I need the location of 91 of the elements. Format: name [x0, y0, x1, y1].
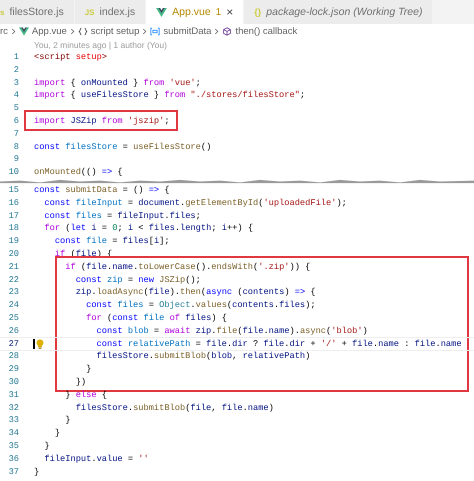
code-line: import JSZip from 'jszip'; [34, 114, 170, 128]
chevron-icon [214, 28, 220, 35]
code-line: import { useFilesStore } from "./stores/filesStore"; [34, 89, 306, 102]
json-file-icon: {} [254, 7, 262, 17]
line-number: 30 [8, 376, 19, 389]
editor-tab[interactable]: s filesStore.js [0, 0, 75, 24]
line-number: 22 [8, 274, 19, 286]
line-number: 33 [8, 414, 19, 428]
line-number: 9 [12, 153, 19, 166]
code-line: const zip = new JSZip(); [76, 274, 201, 286]
vue-icon [156, 8, 168, 16]
line-number: 20 [8, 248, 19, 261]
code-line: if (file.name.toLowerCase().endsWith('.zip')) { [65, 260, 310, 274]
editor-tab[interactable]: {} package-lock.json (Working Tree) [244, 0, 434, 24]
code-line: const files = fileInput.files; [44, 210, 201, 222]
line-number: 10 [8, 166, 19, 179]
code-line: import { onMounted } from 'vue'; [34, 76, 201, 90]
breadcrumb-item[interactable]: script setup [90, 26, 140, 37]
code-line: } [65, 414, 70, 428]
code-line: for (let i = 0; i < files.length; i++) { [44, 222, 254, 236]
line-number: 31 [8, 388, 19, 402]
line-number: 23 [8, 286, 19, 300]
code-line: onMounted(() => { [34, 166, 123, 179]
lightbulb-icon[interactable] [36, 339, 44, 350]
breadcrumb-item[interactable]: App.vue [32, 26, 67, 37]
code-line: } else { [65, 388, 107, 402]
line-number: 32 [8, 402, 19, 414]
blame-annotation: You, 2 minutes ago | 1 author (You) [33, 39, 168, 51]
code-line: } [86, 363, 92, 376]
code-line: const filesStore = useFilesStore() [34, 140, 212, 154]
code-line: zip.loadAsync(file).then(async (contents) => { [76, 286, 316, 300]
js-file-icon: JS [84, 8, 95, 16]
breadcrumb-item[interactable]: rc [0, 26, 8, 37]
code-line: const submitData = () => { [34, 184, 170, 197]
code-line: const file = files[i]; [54, 235, 170, 248]
breadcrumb-item[interactable]: submitData [163, 26, 212, 37]
braces-icon [78, 27, 88, 36]
code-line: const blob = await zip.file(file.name).async('blob') [96, 324, 368, 338]
line-number: 28 [8, 350, 19, 364]
chevron-icon [142, 28, 148, 35]
chevron-icon [10, 28, 16, 35]
tab-label: index.js [100, 6, 136, 18]
vue-icon [18, 27, 29, 36]
close-icon[interactable]: × [226, 5, 234, 19]
line-number: 7 [12, 128, 19, 141]
code-line: } [34, 466, 40, 478]
code-line: } [44, 440, 50, 453]
line-number: 29 [8, 363, 19, 376]
line-number: 15 [8, 184, 19, 197]
js-file-icon: s [0, 8, 4, 16]
line-number: 27 [8, 338, 19, 350]
text-cursor [33, 338, 34, 350]
editor-tab[interactable]: App.vue 1 × [146, 0, 244, 24]
line-number: 21 [8, 260, 19, 274]
code-line: const fileInput = document.getElementById('uploadedFile'); [44, 196, 347, 210]
line-number: 5 [12, 102, 19, 115]
line-number: 4 [12, 89, 19, 102]
line-number: 3 [12, 76, 19, 90]
tab-label: filesStore.js [9, 6, 64, 18]
line-number: 24 [8, 299, 19, 312]
problem-count: 1 [216, 6, 222, 18]
line-number: 2 [12, 64, 19, 77]
code-line: for (const file of files) { [86, 312, 227, 325]
line-number: 18 [8, 222, 19, 236]
line-number: 37 [8, 466, 19, 478]
line-number: 19 [8, 235, 19, 248]
line-number: 25 [8, 312, 19, 325]
line-number: 36 [8, 452, 19, 466]
line-number: 17 [8, 210, 19, 222]
variable-icon [150, 27, 160, 36]
code-line: }) [76, 376, 86, 389]
line-number: 34 [8, 427, 19, 440]
code-line: <script setup> [34, 51, 107, 64]
line-number: 26 [8, 324, 19, 338]
tab-label: App.vue [172, 6, 211, 18]
code-line: fileInput.value = '' [44, 452, 149, 466]
line-number: 16 [8, 196, 19, 210]
breadcrumb-item[interactable]: then() callback [235, 26, 298, 37]
line-number: 35 [8, 440, 19, 453]
code-line: filesStore.submitBlob(file, file.name) [76, 402, 274, 414]
chevron-icon [70, 28, 75, 35]
line-number: 6 [12, 114, 19, 128]
editor-tab[interactable]: JS index.js [74, 0, 146, 24]
line-number: 8 [12, 140, 19, 154]
code-line: const files = Object.values(contents.files); [86, 299, 316, 312]
tab-label: package-lock.json (Working Tree) [266, 6, 422, 18]
line-number: 1 [12, 51, 19, 64]
code-line: } [54, 427, 60, 440]
code-line: const relativePath = file.dir ? file.dir + '/' + file.name : file.name [96, 338, 462, 350]
cube-icon [222, 27, 232, 36]
code-line: filesStore.submitBlob(blob, relativePath) [96, 350, 310, 364]
